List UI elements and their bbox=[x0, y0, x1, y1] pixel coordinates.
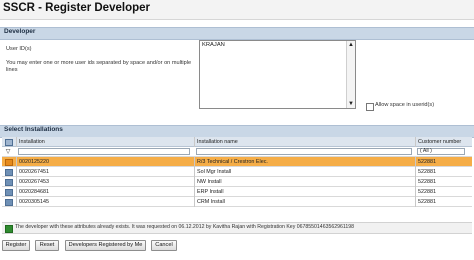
title-bar: SSCR - Register Developer bbox=[0, 0, 474, 20]
developers-registered-button[interactable]: Developers Registered by Me bbox=[65, 240, 146, 251]
developer-section-header: Developer bbox=[0, 27, 474, 40]
scroll-up-icon[interactable]: ▲ bbox=[348, 42, 354, 48]
row-installation: 0020267453 bbox=[16, 177, 195, 187]
scroll-down-icon[interactable]: ▼ bbox=[348, 101, 354, 107]
row-installation-name: R/3 Technical / Crestron Elec. bbox=[194, 157, 417, 167]
select-all-icon[interactable] bbox=[2, 137, 14, 147]
col-customer-number[interactable]: Customer number bbox=[415, 137, 473, 147]
filter-row: ▽ ( All ) bbox=[2, 147, 472, 157]
user-id-label: User ID(s) bbox=[6, 46, 32, 52]
filter-customer-select[interactable]: ( All ) bbox=[417, 148, 465, 155]
row-customer-number: 522881 bbox=[415, 167, 473, 177]
installations-section-title: Select Installations bbox=[4, 126, 63, 133]
page-title: SSCR - Register Developer bbox=[3, 2, 150, 14]
table-header-row: Installation Installation name Customer … bbox=[2, 137, 472, 147]
row-installation-name: CRM Install bbox=[194, 197, 417, 207]
row-selector[interactable] bbox=[2, 167, 14, 177]
table-row[interactable]: 0020267453 NW Install 522881 bbox=[2, 177, 472, 187]
user-id-hint: You may enter one or more user ids separ… bbox=[6, 60, 192, 73]
row-installation-name: NW Install bbox=[194, 177, 417, 187]
row-installation: 0020305145 bbox=[16, 197, 195, 207]
row-installation-name: Sol Mgr Install bbox=[194, 167, 417, 177]
row-installation: 0020125220 bbox=[16, 157, 195, 167]
reset-button[interactable]: Reset bbox=[35, 240, 59, 251]
row-selector[interactable] bbox=[2, 157, 14, 167]
row-customer-number: 522881 bbox=[415, 187, 473, 197]
filter-installation-input[interactable] bbox=[18, 148, 190, 155]
allow-space-label: Allow space in userid(s) bbox=[375, 102, 435, 108]
row-installation: 0020267451 bbox=[16, 167, 195, 177]
row-selector[interactable] bbox=[2, 187, 14, 197]
allow-space-checkbox[interactable] bbox=[366, 103, 374, 111]
developer-section-title: Developer bbox=[4, 28, 36, 35]
col-installation-name[interactable]: Installation name bbox=[194, 137, 417, 147]
success-icon bbox=[5, 225, 13, 233]
status-message: The developer with these attributes alre… bbox=[2, 222, 472, 234]
row-customer-number: 522881 bbox=[415, 197, 473, 207]
textarea-scrollbar[interactable]: ▲ ▼ bbox=[346, 41, 355, 108]
col-installation[interactable]: Installation bbox=[16, 137, 195, 147]
user-id-textarea[interactable]: KRAJAN ▲ ▼ bbox=[199, 40, 356, 109]
status-message-text: The developer with these attributes alre… bbox=[15, 224, 355, 230]
filter-icon[interactable]: ▽ bbox=[2, 147, 14, 157]
row-customer-number: 522881 bbox=[415, 157, 473, 167]
row-selector[interactable] bbox=[2, 177, 14, 187]
cancel-button[interactable]: Cancel bbox=[151, 240, 177, 251]
row-selector[interactable] bbox=[2, 197, 14, 207]
table-row[interactable]: 0020305145 CRM Install 522881 bbox=[2, 197, 472, 207]
row-installation-name: ERP Install bbox=[194, 187, 417, 197]
table-row[interactable]: 0020125220 R/3 Technical / Crestron Elec… bbox=[2, 157, 472, 167]
table-row[interactable]: 0020267451 Sol Mgr Install 522881 bbox=[2, 167, 472, 177]
user-id-value: KRAJAN bbox=[202, 42, 225, 48]
register-button[interactable]: Register bbox=[2, 240, 30, 251]
table-row[interactable]: 0020284681 ERP Install 522881 bbox=[2, 187, 472, 197]
row-installation: 0020284681 bbox=[16, 187, 195, 197]
filter-name-input[interactable] bbox=[196, 148, 412, 155]
row-customer-number: 522881 bbox=[415, 177, 473, 187]
